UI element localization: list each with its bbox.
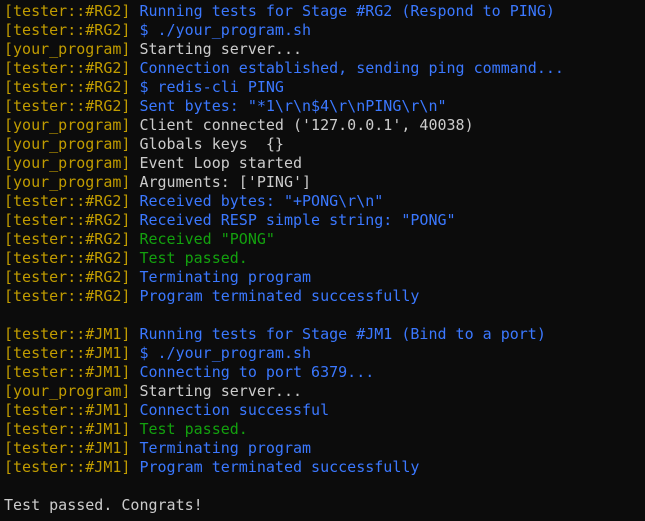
line-message: Sent bytes: "*1\r\n$4\r\nPING\r\n" <box>139 97 447 115</box>
terminal-line: [tester::#RG2] $ ./your_program.sh <box>4 21 645 40</box>
terminal-line: [tester::#RG2] Test passed. <box>4 249 645 268</box>
line-message: Globals keys {} <box>139 135 284 153</box>
line-message: Terminating program <box>139 439 312 457</box>
terminal-line: [tester::#JM1] Running tests for Stage #… <box>4 325 645 344</box>
line-prefix: [tester::#RG2] <box>4 211 131 229</box>
line-prefix: [tester::#JM1] <box>4 420 131 438</box>
line-message: $ ./your_program.sh <box>139 21 312 39</box>
terminal-line: [tester::#JM1] Program terminated succes… <box>4 458 645 477</box>
line-message: Test passed. <box>139 249 248 267</box>
line-prefix: [tester::#JM1] <box>4 401 131 419</box>
line-message: Received bytes: "+PONG\r\n" <box>139 192 384 210</box>
line-prefix: [your_program] <box>4 135 131 153</box>
line-prefix: [tester::#RG2] <box>4 192 131 210</box>
line-message: Connection established, sending ping com… <box>139 59 564 77</box>
line-message: Starting server... <box>139 40 303 58</box>
terminal-line: [your_program] Starting server... <box>4 382 645 401</box>
line-prefix: [tester::#JM1] <box>4 458 131 476</box>
terminal-line: [tester::#JM1] Test passed. <box>4 420 645 439</box>
terminal-line: [tester::#RG2] $ redis-cli PING <box>4 78 645 97</box>
line-prefix: [tester::#RG2] <box>4 59 131 77</box>
terminal-line: [tester::#RG2] Connection established, s… <box>4 59 645 78</box>
line-prefix: [tester::#JM1] <box>4 439 131 457</box>
line-message: Test passed. <box>139 420 248 438</box>
line-prefix: [your_program] <box>4 40 131 58</box>
terminal-line: [tester::#JM1] Connection successful <box>4 401 645 420</box>
terminal-line: [your_program] Globals keys {} <box>4 135 645 154</box>
line-prefix: [tester::#RG2] <box>4 21 131 39</box>
line-prefix: [tester::#JM1] <box>4 363 131 381</box>
terminal-line: [tester::#RG2] Sent bytes: "*1\r\n$4\r\n… <box>4 97 645 116</box>
line-prefix: [tester::#JM1] <box>4 344 131 362</box>
line-message: Received RESP simple string: "PONG" <box>139 211 456 229</box>
line-message: $ ./your_program.sh <box>139 344 312 362</box>
terminal-line: [your_program] Event Loop started <box>4 154 645 173</box>
line-prefix: [tester::#RG2] <box>4 249 131 267</box>
terminal-line: [tester::#JM1] Connecting to port 6379..… <box>4 363 645 382</box>
line-prefix: [tester::#JM1] <box>4 325 131 343</box>
line-message: Connecting to port 6379... <box>139 363 375 381</box>
terminal-line: [tester::#JM1] Terminating program <box>4 439 645 458</box>
line-prefix: [your_program] <box>4 173 131 191</box>
terminal-line: [your_program] Starting server... <box>4 40 645 59</box>
line-message: Program terminated successfully <box>139 458 420 476</box>
line-message: Running tests for Stage #RG2 (Respond to… <box>139 2 555 20</box>
terminal-line: [your_program] Arguments: ['PING'] <box>4 173 645 192</box>
line-prefix: [tester::#RG2] <box>4 78 131 96</box>
line-message: Client connected ('127.0.0.1', 40038) <box>139 116 474 134</box>
terminal-line: [tester::#RG2] Received "PONG" <box>4 230 645 249</box>
line-message: Connection successful <box>139 401 330 419</box>
terminal-line: [tester::#JM1] $ ./your_program.sh <box>4 344 645 363</box>
line-prefix: [tester::#RG2] <box>4 230 131 248</box>
terminal-line: [your_program] Client connected ('127.0.… <box>4 116 645 135</box>
terminal-line: [tester::#RG2] Terminating program <box>4 268 645 287</box>
line-prefix: [your_program] <box>4 154 131 172</box>
terminal-line: [tester::#RG2] Program terminated succes… <box>4 287 645 306</box>
terminal-line: [tester::#RG2] Received bytes: "+PONG\r\… <box>4 192 645 211</box>
line-prefix: [your_program] <box>4 382 131 400</box>
line-message: Terminating program <box>139 268 312 286</box>
line-message: Starting server... <box>139 382 303 400</box>
terminal-line: [tester::#RG2] Received RESP simple stri… <box>4 211 645 230</box>
terminal-line: [tester::#RG2] Running tests for Stage #… <box>4 2 645 21</box>
line-message: $ redis-cli PING <box>139 78 284 96</box>
line-message: Event Loop started <box>139 154 303 172</box>
line-message: Test passed. Congrats! <box>4 496 203 514</box>
line-message: Arguments: ['PING'] <box>139 173 312 191</box>
line-prefix: [tester::#RG2] <box>4 268 131 286</box>
line-message: Running tests for Stage #JM1 (Bind to a … <box>139 325 546 343</box>
line-prefix: [your_program] <box>4 116 131 134</box>
line-prefix: [tester::#RG2] <box>4 2 131 20</box>
terminal-output[interactable]: [tester::#RG2] Running tests for Stage #… <box>0 0 645 521</box>
line-prefix: [tester::#RG2] <box>4 97 131 115</box>
line-message: Received "PONG" <box>139 230 275 248</box>
line-prefix: [tester::#RG2] <box>4 287 131 305</box>
line-message: Program terminated successfully <box>139 287 420 305</box>
terminal-line: Test passed. Congrats! <box>4 496 645 515</box>
